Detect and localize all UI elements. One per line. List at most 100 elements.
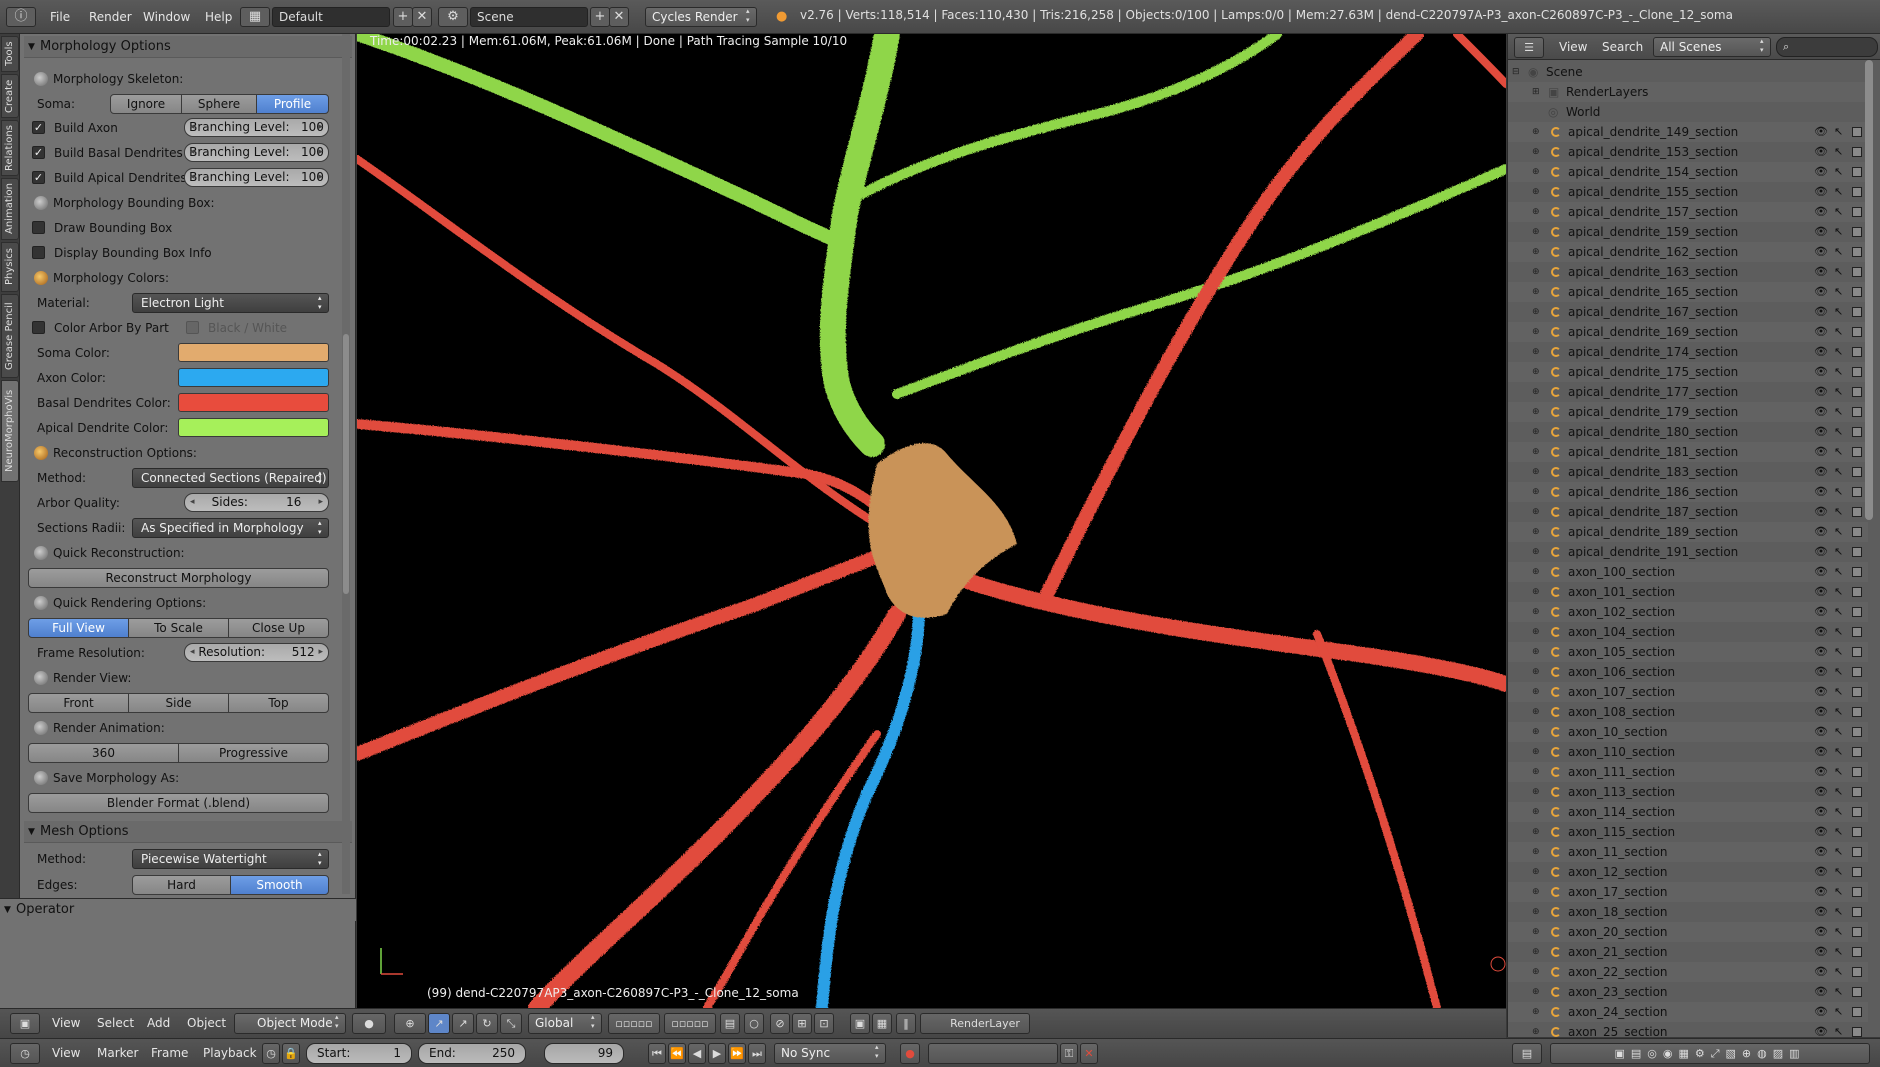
snap-toggle-icon[interactable]: ⊘	[770, 1013, 790, 1034]
render-anim-icon[interactable]: ▦	[872, 1013, 892, 1034]
outliner-item[interactable]: ⊕ axon_108_section 👁 ↖	[1508, 702, 1868, 722]
select-arrow-icon[interactable]: ↖	[1834, 322, 1843, 342]
select-arrow-icon[interactable]: ↖	[1834, 162, 1843, 182]
expand-icon[interactable]: ⊕	[1532, 842, 1540, 862]
visibility-icon[interactable]: 👁	[1814, 322, 1828, 342]
timeline-menu-view[interactable]: View	[52, 1046, 80, 1060]
visibility-icon[interactable]: 👁	[1814, 762, 1828, 782]
visibility-icon[interactable]: 👁	[1814, 642, 1828, 662]
play-icon[interactable]: ▶	[708, 1043, 726, 1064]
material-dropdown[interactable]: Electron Light	[132, 293, 329, 313]
expand-icon[interactable]: ⊕	[1532, 562, 1540, 582]
select-arrow-icon[interactable]: ↖	[1834, 482, 1843, 502]
axon-color-swatch[interactable]	[178, 368, 329, 387]
tab-tools[interactable]: Tools	[1, 36, 19, 72]
render-camera-icon[interactable]	[1852, 607, 1862, 617]
outliner-item[interactable]: ⊕ axon_17_section 👁 ↖	[1508, 882, 1868, 902]
outliner-editor-icon[interactable]: ☰	[1514, 37, 1544, 58]
render-engine-dropdown[interactable]: Cycles Render	[645, 7, 757, 27]
outliner-item[interactable]: ⊕ axon_113_section 👁 ↖	[1508, 782, 1868, 802]
outliner-item[interactable]: ⊕ apical_dendrite_189_section 👁 ↖	[1508, 522, 1868, 542]
visibility-icon[interactable]: 👁	[1814, 962, 1828, 982]
visibility-icon[interactable]: 👁	[1814, 802, 1828, 822]
render-camera-icon[interactable]	[1852, 927, 1862, 937]
edges-smooth-button[interactable]: Smooth	[230, 875, 329, 895]
render-camera-icon[interactable]	[1852, 447, 1862, 457]
tab-neuromorphovis[interactable]: NeuroMorphoVis	[1, 380, 19, 482]
select-arrow-icon[interactable]: ↖	[1834, 622, 1843, 642]
render-camera-icon[interactable]	[1852, 687, 1862, 697]
select-arrow-icon[interactable]: ↖	[1834, 902, 1843, 922]
insert-key-icon[interactable]: ⚿	[1060, 1043, 1078, 1064]
keying-set-field[interactable]	[928, 1043, 1058, 1064]
visibility-icon[interactable]: 👁	[1814, 662, 1828, 682]
visibility-icon[interactable]: 👁	[1814, 482, 1828, 502]
scene-icon[interactable]: ⚙	[438, 7, 468, 27]
black-white-checkbox[interactable]	[186, 321, 199, 334]
visibility-icon[interactable]: 👁	[1814, 982, 1828, 1002]
select-arrow-icon[interactable]: ↖	[1834, 982, 1843, 1002]
render-camera-icon[interactable]	[1852, 467, 1862, 477]
lock-layer-icon[interactable]: ▤	[720, 1013, 740, 1034]
render-camera-icon[interactable]	[1852, 347, 1862, 357]
render-camera-icon[interactable]	[1852, 727, 1862, 737]
rotate-icon[interactable]: ↻	[476, 1013, 498, 1034]
expand-icon[interactable]: ⊕	[1532, 342, 1540, 362]
visibility-icon[interactable]: 👁	[1814, 342, 1828, 362]
visibility-icon[interactable]: 👁	[1814, 462, 1828, 482]
outliner-item[interactable]: ⊕ apical_dendrite_175_section 👁 ↖	[1508, 362, 1868, 382]
outliner-item[interactable]: ⊕ axon_25_section 👁 ↖	[1508, 1022, 1868, 1037]
visibility-icon[interactable]: 👁	[1814, 382, 1828, 402]
screen-layout-icon[interactable]: ▦	[240, 7, 270, 27]
visibility-icon[interactable]: 👁	[1814, 242, 1828, 262]
outliner-item[interactable]: ⊕ axon_105_section 👁 ↖	[1508, 642, 1868, 662]
visibility-icon[interactable]: 👁	[1814, 282, 1828, 302]
expand-icon[interactable]: ⊕	[1532, 322, 1540, 342]
select-arrow-icon[interactable]: ↖	[1834, 782, 1843, 802]
select-arrow-icon[interactable]: ↖	[1834, 402, 1843, 422]
outliner-item[interactable]: ⊕ apical_dendrite_167_section 👁 ↖	[1508, 302, 1868, 322]
expand-icon[interactable]: ⊕	[1532, 802, 1540, 822]
branching-level-basal-field[interactable]: ◂ Branching Level: 100 ▸	[184, 143, 329, 162]
visibility-icon[interactable]: 👁	[1814, 442, 1828, 462]
visibility-icon[interactable]: 👁	[1814, 262, 1828, 282]
render-camera-icon[interactable]	[1852, 227, 1862, 237]
render-camera-icon[interactable]	[1852, 847, 1862, 857]
expand-icon[interactable]: ⊕	[1532, 1002, 1540, 1022]
front-view-button[interactable]: Front	[28, 693, 129, 713]
build-basal-checkbox[interactable]: ✓	[32, 146, 45, 159]
visibility-icon[interactable]: 👁	[1814, 182, 1828, 202]
orientation-dropdown[interactable]: Global	[528, 1013, 602, 1034]
mesh-options-header[interactable]: Mesh Options	[24, 821, 352, 843]
visibility-icon[interactable]: 👁	[1814, 162, 1828, 182]
outliner-item[interactable]: ⊕ axon_100_section 👁 ↖	[1508, 562, 1868, 582]
render-progressive-button[interactable]: Progressive	[178, 743, 329, 763]
outliner-item[interactable]: ⊕ axon_106_section 👁 ↖	[1508, 662, 1868, 682]
expand-icon[interactable]: ⊕	[1532, 882, 1540, 902]
color-arbor-checkbox[interactable]	[32, 321, 45, 334]
timeline-menu-marker[interactable]: Marker	[97, 1046, 138, 1060]
outliner-item[interactable]: ⊕ axon_107_section 👁 ↖	[1508, 682, 1868, 702]
expand-icon[interactable]: ⊕	[1532, 382, 1540, 402]
render-camera-icon[interactable]	[1852, 167, 1862, 177]
render-still-icon[interactable]: ▣	[850, 1013, 870, 1034]
outliner-menu-search[interactable]: Search	[1602, 40, 1643, 54]
outliner-item[interactable]: ⊕ apical_dendrite_169_section 👁 ↖	[1508, 322, 1868, 342]
remove-layout-icon[interactable]: ✕	[412, 7, 432, 27]
select-arrow-icon[interactable]: ↖	[1834, 722, 1843, 742]
visibility-icon[interactable]: 👁	[1814, 502, 1828, 522]
select-arrow-icon[interactable]: ↖	[1834, 262, 1843, 282]
select-arrow-icon[interactable]: ↖	[1834, 662, 1843, 682]
menu-help[interactable]: Help	[205, 8, 232, 26]
expand-icon[interactable]: ⊕	[1532, 542, 1540, 562]
select-arrow-icon[interactable]: ↖	[1834, 962, 1843, 982]
expand-icon[interactable]: ⊕	[1532, 762, 1540, 782]
3d-menu-add[interactable]: Add	[147, 1016, 170, 1030]
branching-level-axon-field[interactable]: ◂ Branching Level: 100 ▸	[184, 118, 329, 137]
timeline-menu-playback[interactable]: Playback	[203, 1046, 257, 1060]
expand-icon[interactable]: ⊕	[1532, 482, 1540, 502]
timeline-editor-icon[interactable]: ◷	[10, 1043, 40, 1064]
select-arrow-icon[interactable]: ↖	[1834, 882, 1843, 902]
expand-icon[interactable]: ⊕	[1532, 422, 1540, 442]
select-arrow-icon[interactable]: ↖	[1834, 222, 1843, 242]
